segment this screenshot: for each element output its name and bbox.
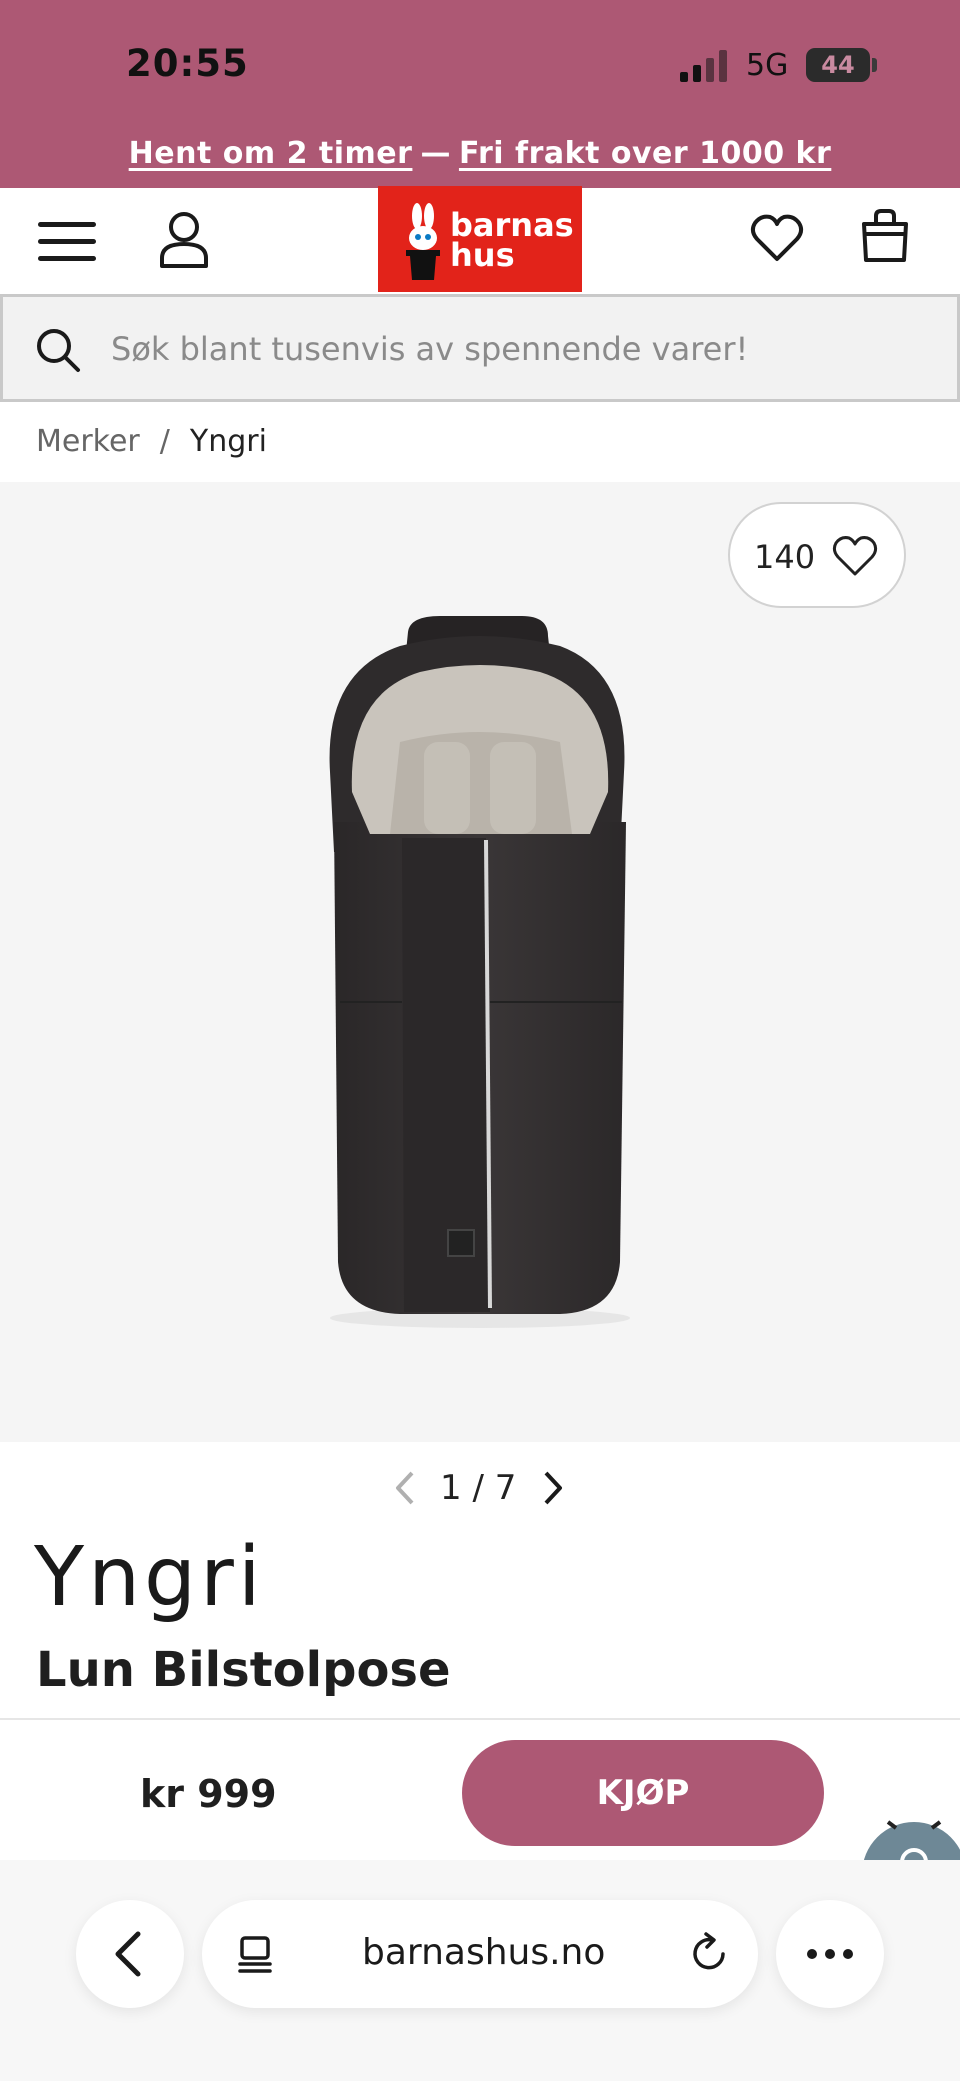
battery-icon: 44 [806,48,870,82]
promo-shipping-link[interactable]: Fri frakt over 1000 kr [459,136,831,171]
buy-button[interactable]: KJØP [462,1740,824,1846]
battery-tip [872,58,877,72]
chevron-left-icon[interactable] [392,1470,418,1506]
product-image-gallery[interactable]: 140 [0,482,960,1442]
browser-back-button[interactable] [76,1900,184,2008]
brand-logo[interactable]: Yngri [34,1530,265,1625]
promo-bar: Hent om 2 timer — Fri frakt over 1000 kr [0,136,960,171]
image-pager: 1 / 7 [0,1462,960,1512]
logo-line2: hus [450,236,515,274]
status-and-promo-band: 20:55 5G 44 Hent om 2 timer — Fri frakt ov… [0,0,960,188]
promo-pickup-link[interactable]: Hent om 2 timer [129,136,413,171]
reload-icon[interactable] [690,1932,730,1974]
hamburger-menu-icon[interactable] [38,218,98,266]
wishlist-heart-icon[interactable] [750,212,804,264]
pager-indicator: 1 / 7 [440,1468,517,1508]
page: 20:55 5G 44 Hent om 2 timer — Fri frakt ov… [0,0,960,2081]
bunny-logo-icon [406,203,440,280]
user-icon[interactable] [158,210,210,270]
product-title: Lun Bilstolpose [36,1642,451,1698]
heart-outline-icon [832,536,878,576]
url-text: barnashus.no [362,1932,606,1973]
logo-text: barnas hus [450,209,574,274]
buy-bar: kr 999 KJØP [0,1718,960,1892]
product-price: kr 999 [140,1772,277,1816]
browser-toolbar: barnashus.no [0,1860,960,2081]
signal-icon [680,50,727,82]
breadcrumb-item-merker[interactable]: Merker [36,424,140,459]
promo-separator: — [420,136,451,171]
network-type: 5G [746,48,789,83]
like-button[interactable]: 140 [728,502,906,608]
status-time: 20:55 [126,42,249,85]
tabs-icon[interactable] [236,1934,276,1976]
breadcrumb-separator: / [159,424,170,459]
like-count: 140 [754,538,816,576]
address-bar[interactable]: barnashus.no [202,1900,758,2008]
footmuff-product-image [329,616,630,1328]
breadcrumb: Merker / Yngri [36,424,267,459]
chevron-right-icon[interactable] [540,1470,566,1506]
more-dots-icon [807,1949,853,1959]
search-bar [0,294,960,402]
search-icon[interactable] [35,327,81,373]
search-input[interactable] [111,325,931,373]
chevron-left-icon [115,1931,141,1977]
barnashus-logo[interactable]: barnas hus [378,186,582,292]
browser-more-button[interactable] [776,1900,884,2008]
shopping-bag-icon[interactable] [860,208,910,264]
breadcrumb-item-yngri[interactable]: Yngri [190,424,267,459]
